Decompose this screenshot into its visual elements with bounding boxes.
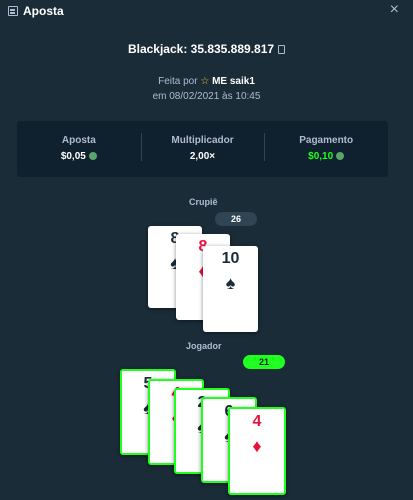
copy-icon[interactable] — [278, 45, 286, 54]
bet-value: $0,05 — [17, 151, 141, 162]
made-by-prefix: Feita por — [158, 76, 198, 87]
game-id: Blackjack: 35.835.889.817 — [0, 42, 413, 56]
close-icon[interactable]: × — [390, 2, 399, 18]
bet-list-icon — [8, 6, 18, 16]
modal-header: Aposta × — [0, 0, 413, 24]
bet-date: em 08/02/2021 às 10:45 — [152, 91, 261, 102]
bet-label: Aposta — [61, 135, 96, 146]
multiplier-label: Multiplicador — [171, 135, 234, 146]
card-rank: 4 — [252, 413, 262, 430]
player-total-badge: 21 — [243, 355, 285, 369]
payout-amount: $0,10 — [308, 151, 334, 162]
diamond-icon: ♦ — [252, 436, 262, 456]
username-link[interactable]: ME saik1 — [212, 76, 255, 87]
payout-value: $0,10 — [264, 151, 388, 162]
stat-payout: Pagamento $0,10 — [264, 121, 388, 177]
currency-coin-icon — [88, 152, 97, 160]
spade-icon: ♠ — [225, 273, 236, 293]
stat-bet: Aposta $0,05 — [17, 121, 141, 177]
dealer-card-3: 10 ♠ — [203, 246, 258, 332]
player-label: Jogador — [186, 341, 222, 351]
stat-multiplier: Multiplicador 2,00× — [140, 121, 265, 177]
multiplier-value: 2,00× — [189, 151, 216, 162]
card-rank: 10 — [221, 250, 240, 267]
bet-stats-panel: Aposta $0,05 Multiplicador 2,00× Pagamen… — [17, 121, 388, 177]
payout-label: Pagamento — [299, 135, 354, 146]
game-id-text: Blackjack: 35.835.889.817 — [127, 42, 275, 56]
player-card-5: 4 ♦ — [228, 407, 286, 495]
dealer-total-badge: 26 — [215, 212, 257, 226]
currency-coin-icon — [336, 152, 345, 160]
bet-amount: $0,05 — [60, 151, 86, 162]
made-by: Feita por ☆ ME saik1 — [0, 76, 413, 87]
modal-title: Aposta — [23, 4, 64, 18]
star-icon: ☆ — [200, 76, 210, 87]
dealer-label: Crupiê — [189, 197, 218, 207]
